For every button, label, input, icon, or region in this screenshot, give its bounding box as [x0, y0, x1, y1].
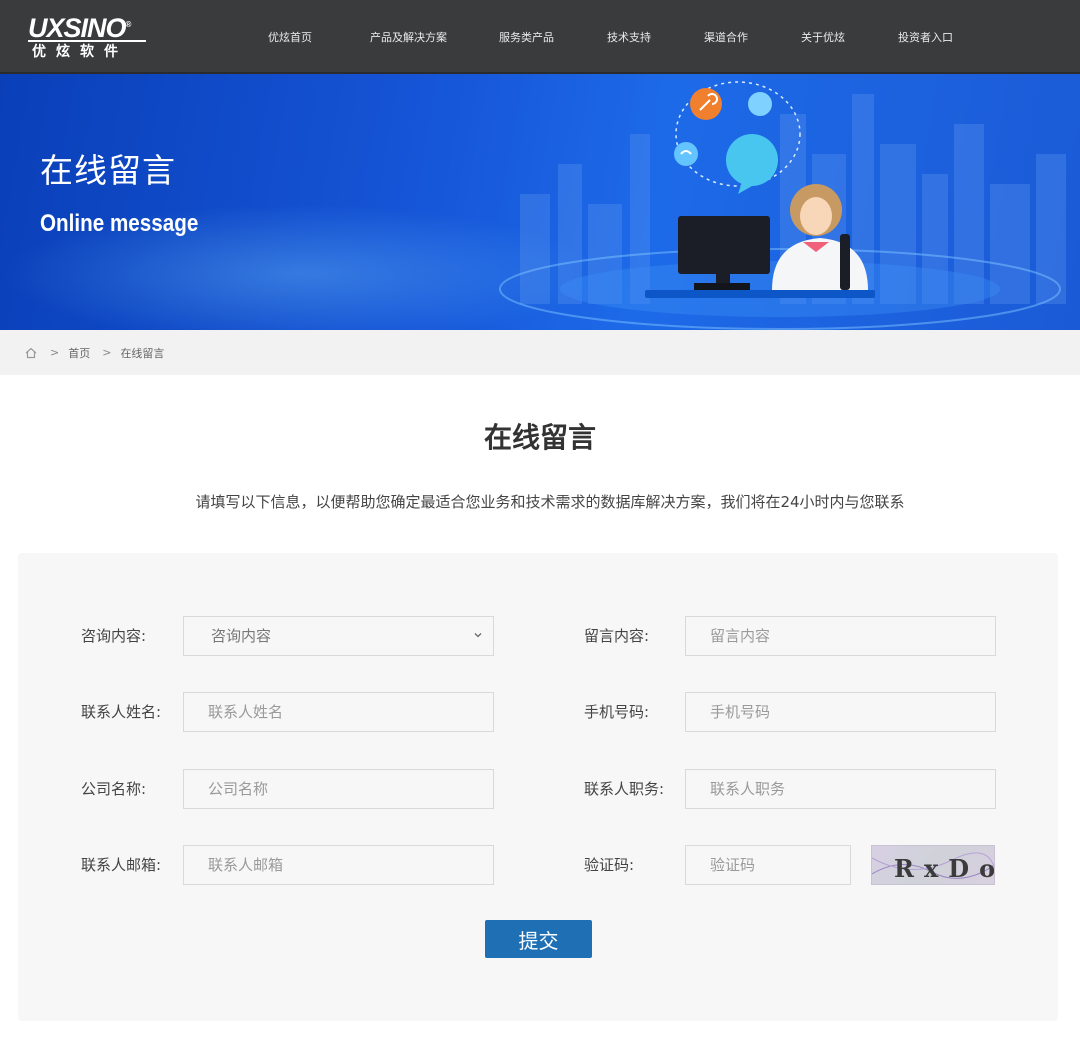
- message-form: 咨询内容: 咨询内容 留言内容: 联系人姓名: 手机号码: 公司名称: 联系人职…: [18, 553, 1058, 1021]
- banner-title: 在线留言: [40, 151, 176, 190]
- name-label: 联系人姓名:: [81, 703, 162, 721]
- customer-service-illustration: [499, 81, 1066, 330]
- banner-subtitle: Online message: [40, 210, 199, 237]
- main-nav: 优炫首页 产品及解决方案 服务类产品 技术支持 渠道合作 关于优炫 投资者入口: [268, 0, 953, 74]
- position-input[interactable]: [685, 769, 996, 809]
- nav-item-services[interactable]: 服务类产品: [499, 29, 554, 45]
- page-description: 请填写以下信息，以便帮助您确定最适合您业务和技术需求的数据库解决方案，我们将在2…: [195, 493, 905, 511]
- breadcrumb: > 首页 > 在线留言: [0, 330, 1080, 375]
- captcha-image[interactable]: RxDo: [871, 845, 995, 885]
- message-input[interactable]: [685, 616, 996, 656]
- breadcrumb-separator: >: [102, 346, 112, 359]
- submit-button[interactable]: 提交: [485, 920, 592, 958]
- nav-item-investors[interactable]: 投资者入口: [898, 29, 953, 45]
- logo-subtitle: 优炫软件: [32, 44, 128, 60]
- position-label: 联系人职务:: [584, 780, 665, 798]
- company-label: 公司名称:: [81, 780, 147, 798]
- captcha-input[interactable]: [685, 845, 851, 885]
- breadcrumb-current: 在线留言: [120, 346, 165, 360]
- logo-underline: [28, 40, 146, 42]
- nav-item-products[interactable]: 产品及解决方案: [370, 29, 447, 45]
- logo-reg-mark: ®: [125, 20, 132, 29]
- consult-select[interactable]: 咨询内容: [183, 616, 494, 656]
- nav-item-home[interactable]: 优炫首页: [268, 29, 312, 45]
- logo[interactable]: UXSINO® 优炫软件: [28, 10, 158, 62]
- consult-selected-value: 咨询内容: [211, 627, 272, 645]
- name-input[interactable]: [183, 692, 494, 732]
- breadcrumb-home-link[interactable]: 首页: [68, 345, 90, 361]
- consult-label: 咨询内容:: [81, 627, 147, 645]
- nav-item-support[interactable]: 技术支持: [607, 29, 651, 45]
- site-header: UXSINO® 优炫软件 优炫首页 产品及解决方案 服务类产品 技术支持 渠道合…: [0, 0, 1080, 74]
- company-input[interactable]: [183, 769, 494, 809]
- email-label: 联系人邮箱:: [81, 856, 162, 874]
- hero-banner: 在线留言 Online message: [0, 74, 1080, 330]
- captcha-label: 验证码:: [584, 856, 635, 874]
- phone-label: 手机号码:: [584, 703, 650, 721]
- email-input[interactable]: [183, 845, 494, 885]
- phone-input[interactable]: [685, 692, 996, 732]
- logo-brand: UXSINO: [28, 13, 127, 43]
- chevron-down-icon: [474, 633, 482, 638]
- breadcrumb-separator: >: [50, 346, 60, 359]
- captcha-noise: RxDo: [872, 852, 995, 883]
- page-title: 在线留言: [483, 421, 596, 454]
- home-icon[interactable]: [24, 346, 38, 360]
- nav-item-about[interactable]: 关于优炫: [801, 29, 845, 45]
- message-label: 留言内容:: [584, 627, 650, 645]
- nav-item-channel[interactable]: 渠道合作: [704, 29, 748, 45]
- captcha-text: RxDo: [894, 854, 995, 883]
